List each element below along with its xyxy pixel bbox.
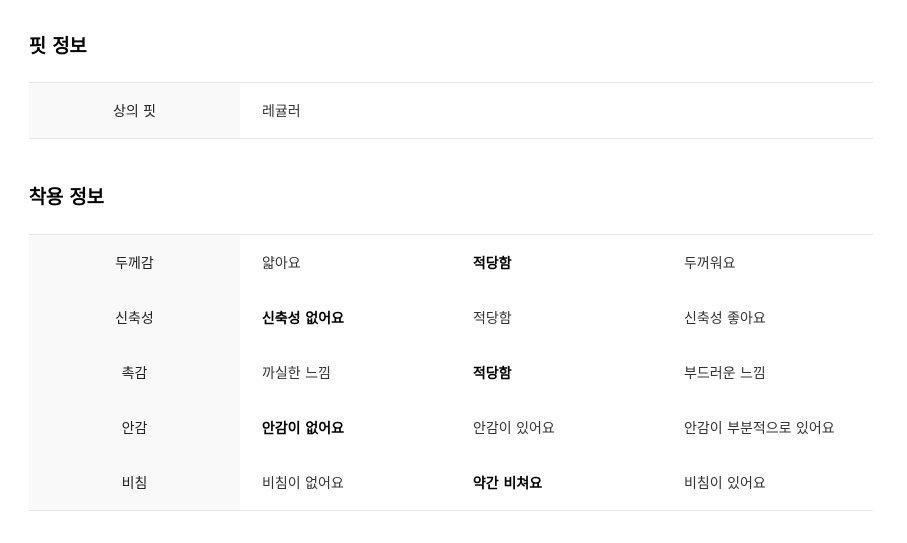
table-row: 신축성 신축성 없어요 적당함 신축성 좋아요 bbox=[29, 290, 873, 345]
table-row: 안감 안감이 없어요 안감이 있어요 안감이 부분적으로 있어요 bbox=[29, 400, 873, 455]
option-cell: 비침이 있어요 bbox=[684, 475, 766, 492]
wear-info-title: 착용 정보 bbox=[29, 186, 105, 208]
option-cell: 적당함 bbox=[473, 310, 512, 327]
fit-info-table: 상의 핏 레귤러 bbox=[29, 82, 873, 139]
option-cell: 부드러운 느낌 bbox=[684, 365, 766, 382]
option-cell: 얇아요 bbox=[262, 255, 301, 272]
option-cell-selected: 약간 비쳐요 bbox=[473, 475, 543, 492]
table-row: 상의 핏 레귤러 bbox=[29, 82, 873, 139]
row-label-sheerness: 비침 bbox=[29, 455, 240, 511]
table-row: 비침 비침이 없어요 약간 비쳐요 비침이 있어요 bbox=[29, 455, 873, 511]
option-cell: 신축성 좋아요 bbox=[684, 310, 766, 327]
option-cell: 두꺼워요 bbox=[684, 255, 736, 272]
fit-info-title: 핏 정보 bbox=[29, 35, 87, 57]
row-label-texture: 촉감 bbox=[29, 345, 240, 400]
option-cell: 안감이 있어요 bbox=[473, 420, 555, 437]
fit-label: 상의 핏 bbox=[29, 82, 240, 139]
option-cell: 까실한 느낌 bbox=[262, 365, 331, 382]
row-label-thickness: 두께감 bbox=[29, 234, 240, 290]
option-cell: 비침이 없어요 bbox=[262, 475, 344, 492]
option-cell-selected: 안감이 없어요 bbox=[262, 420, 345, 437]
option-cell-selected: 적당함 bbox=[473, 365, 512, 382]
row-label-stretch: 신축성 bbox=[29, 290, 240, 345]
row-label-lining: 안감 bbox=[29, 400, 240, 455]
table-row: 촉감 까실한 느낌 적당함 부드러운 느낌 bbox=[29, 345, 873, 400]
wear-info-table: 두께감 얇아요 적당함 두꺼워요 신축성 신축성 없어요 적당함 신축성 좋아요… bbox=[29, 234, 873, 511]
fit-value: 레귤러 bbox=[262, 103, 301, 120]
option-cell: 안감이 부분적으로 있어요 bbox=[684, 420, 835, 437]
option-cell-selected: 신축성 없어요 bbox=[262, 310, 345, 327]
table-row: 두께감 얇아요 적당함 두꺼워요 bbox=[29, 234, 873, 290]
option-cell-selected: 적당함 bbox=[473, 255, 512, 272]
